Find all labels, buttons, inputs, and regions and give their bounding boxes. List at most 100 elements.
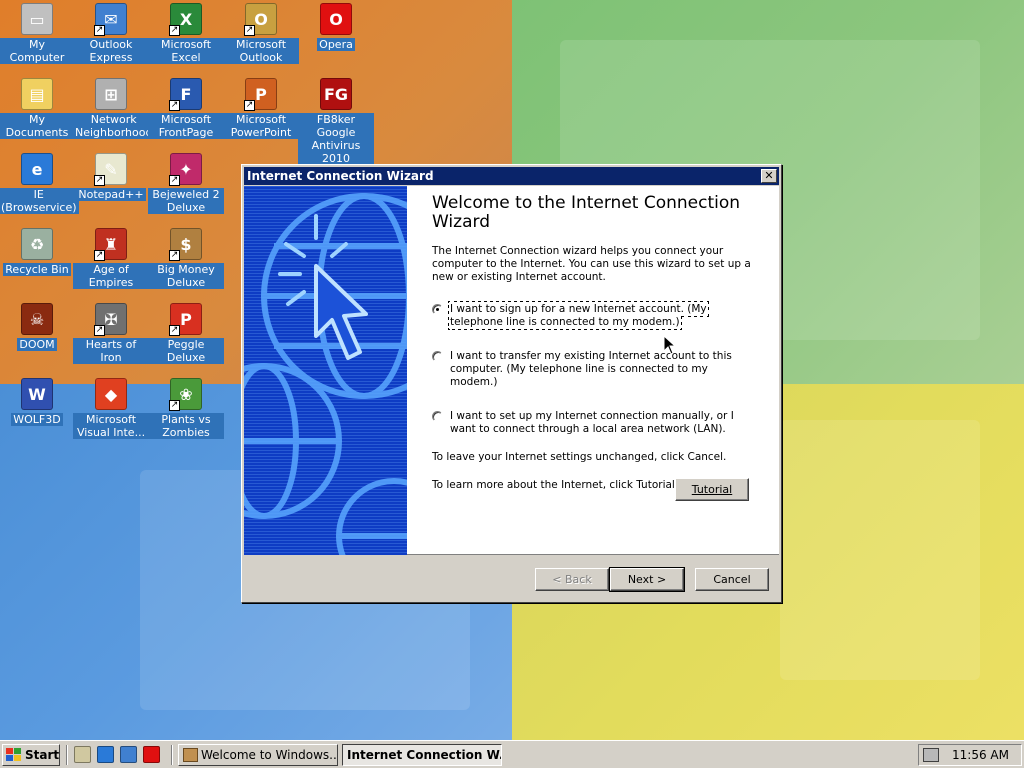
- desktop-icon[interactable]: e IE (Browservice): [0, 153, 79, 214]
- connection-option[interactable]: I want to sign up for a new Internet acc…: [432, 301, 754, 330]
- start-button[interactable]: Start: [2, 744, 60, 766]
- tutorial-button[interactable]: Tutorial: [675, 478, 749, 501]
- frontpage-icon: F ↗: [169, 78, 202, 111]
- desktop-icon[interactable]: ▭ My Computer: [0, 3, 75, 64]
- plants-vs-zombies-icon: ❀ ↗: [169, 378, 202, 411]
- desktop-icon-label: My Computer: [0, 38, 75, 64]
- tutorial-button-label: Tutorial: [691, 483, 733, 496]
- start-label: Start: [25, 748, 60, 762]
- big-money-icon: $ ↗: [169, 228, 202, 261]
- notepad-icon: ✎ ↗: [94, 153, 127, 186]
- desktop-icon-label: Bejeweled 2 Deluxe: [148, 188, 224, 214]
- shortcut-arrow-icon: ↗: [94, 25, 105, 36]
- desktop-icon[interactable]: FG FB8ker Google Antivirus 2010: [298, 78, 374, 165]
- desktop-icon[interactable]: ⊞ Network Neighborhood: [73, 78, 155, 139]
- desktop-icon[interactable]: ◆ Microsoft Visual Inte...: [73, 378, 149, 439]
- show-desktop-icon[interactable]: [74, 746, 91, 763]
- connection-option[interactable]: I want to transfer my existing Internet …: [432, 350, 754, 389]
- desktop-icon[interactable]: O Opera: [298, 3, 374, 51]
- doom-icon: ☠: [21, 303, 53, 335]
- desktop-icon-label: Microsoft Visual Inte...: [73, 413, 149, 439]
- window-titlebar[interactable]: Internet Connection Wizard ✕: [244, 167, 779, 185]
- back-button[interactable]: < Back: [535, 568, 609, 591]
- opera-icon: O: [320, 3, 352, 35]
- desktop-icon-label: Microsoft Outlook: [223, 38, 299, 64]
- wizard-content: Welcome to the Internet Connection Wizar…: [432, 194, 762, 491]
- desktop-icon[interactable]: ♻ Recycle Bin: [0, 228, 75, 276]
- desktop-icon[interactable]: ✉ ↗ Outlook Express: [73, 3, 149, 64]
- outlook-express-icon[interactable]: [120, 746, 137, 763]
- task-label: Internet Connection W...: [347, 748, 502, 762]
- desktop-icon[interactable]: ✦ ↗ Bejeweled 2 Deluxe: [148, 153, 224, 214]
- excel-icon: X ↗: [169, 3, 202, 36]
- folder-documents-icon: ▤: [21, 78, 53, 110]
- desktop-icon[interactable]: P ↗ Peggle Deluxe: [148, 303, 224, 364]
- shortcut-arrow-icon: ↗: [169, 400, 180, 411]
- wizard-intro-text: The Internet Connection wizard helps you…: [432, 245, 751, 283]
- taskbar-separator: [171, 745, 173, 765]
- clock[interactable]: 11:56 AM: [952, 745, 1009, 765]
- desktop-icon-label: Microsoft Excel: [148, 38, 224, 64]
- desktop-icon[interactable]: O ↗ Microsoft Outlook: [223, 3, 299, 64]
- desktop-icon[interactable]: W WOLF3D: [0, 378, 75, 426]
- opera-icon[interactable]: [143, 746, 160, 763]
- shortcut-arrow-icon: ↗: [169, 325, 180, 336]
- mouse-cursor-icon: [663, 335, 677, 355]
- outlook-icon: O ↗: [244, 3, 277, 36]
- desktop-icon-label: My Documents: [0, 113, 75, 139]
- outlook-express-icon: ✉ ↗: [94, 3, 127, 36]
- desktop-icon[interactable]: ✎ ↗ Notepad++: [73, 153, 149, 201]
- cancel-note: To leave your Internet settings unchange…: [432, 451, 727, 463]
- desktop-icon[interactable]: F ↗ Microsoft FrontPage: [148, 78, 224, 139]
- option-label: I want to set up my Internet connection …: [450, 410, 734, 435]
- shortcut-arrow-icon: ↗: [169, 250, 180, 261]
- desktop-icon[interactable]: X ↗ Microsoft Excel: [148, 3, 224, 64]
- desktop-icon[interactable]: ✠ ↗ Hearts of Iron: [73, 303, 149, 364]
- icon-glyph: ▭: [29, 9, 45, 29]
- age-of-empires-icon: ♜ ↗: [94, 228, 127, 261]
- icon-glyph: ▤: [29, 84, 45, 104]
- task-internet-connection-wizard[interactable]: Internet Connection W...: [342, 744, 502, 766]
- internet-explorer-icon[interactable]: [97, 746, 114, 763]
- icon-glyph: ☠: [29, 309, 45, 329]
- desktop-icon-label: WOLF3D: [11, 413, 63, 426]
- desktop-icon-label: Recycle Bin: [3, 263, 71, 276]
- windows-logo-icon: [6, 748, 22, 762]
- desktop-icon-label: Microsoft PowerPoint: [223, 113, 299, 139]
- radio-button[interactable]: [432, 351, 443, 362]
- internet-connection-wizard-window: Internet Connection Wizard ✕ Welcome to …: [241, 164, 782, 603]
- wizard-body: Welcome to the Internet Connection Wizar…: [244, 186, 779, 555]
- desktop-icon-label: IE (Browservice): [0, 188, 79, 214]
- next-button[interactable]: Next >: [609, 567, 685, 592]
- internet-explorer-icon: e: [21, 153, 53, 185]
- desktop-icon-label: Notepad++: [76, 188, 146, 201]
- shortcut-arrow-icon: ↗: [94, 325, 105, 336]
- desktop-icon[interactable]: $ ↗ Big Money Deluxe: [148, 228, 224, 289]
- desktop-icon-label: Network Neighborhood: [73, 113, 155, 139]
- desktop-icon-label: Age of Empires: [73, 263, 149, 289]
- desktop-icon-label: DOOM: [17, 338, 57, 351]
- icon-glyph: O: [329, 9, 343, 29]
- recycle-bin-icon: ♻: [21, 228, 53, 260]
- hearts-of-iron-icon: ✠ ↗: [94, 303, 127, 336]
- desktop-icon[interactable]: ♜ ↗ Age of Empires: [73, 228, 149, 289]
- desktop-icon[interactable]: ❀ ↗ Plants vs Zombies: [148, 378, 224, 439]
- network-tray-icon[interactable]: [923, 748, 939, 762]
- cancel-button[interactable]: Cancel: [695, 568, 769, 591]
- taskbar-separator: [66, 745, 68, 765]
- desktop-icon[interactable]: ☠ DOOM: [0, 303, 75, 351]
- icon-glyph: ⊞: [104, 84, 118, 104]
- wolf3d-icon: W: [21, 378, 53, 410]
- close-icon[interactable]: ✕: [761, 169, 777, 183]
- desktop-icon[interactable]: P ↗ Microsoft PowerPoint: [223, 78, 299, 139]
- wizard-globe-art: [244, 186, 407, 555]
- desktop-icon[interactable]: ▤ My Documents: [0, 78, 75, 139]
- system-tray: 11:56 AM: [918, 744, 1022, 766]
- icon-glyph: FG: [323, 84, 349, 104]
- connection-option[interactable]: I want to set up my Internet connection …: [432, 410, 754, 436]
- radio-button[interactable]: [432, 411, 443, 422]
- shortcut-arrow-icon: ↗: [94, 250, 105, 261]
- radio-button[interactable]: [432, 304, 443, 315]
- shortcut-arrow-icon: ↗: [169, 25, 180, 36]
- task-welcome-to-windows[interactable]: Welcome to Windows...: [178, 744, 338, 766]
